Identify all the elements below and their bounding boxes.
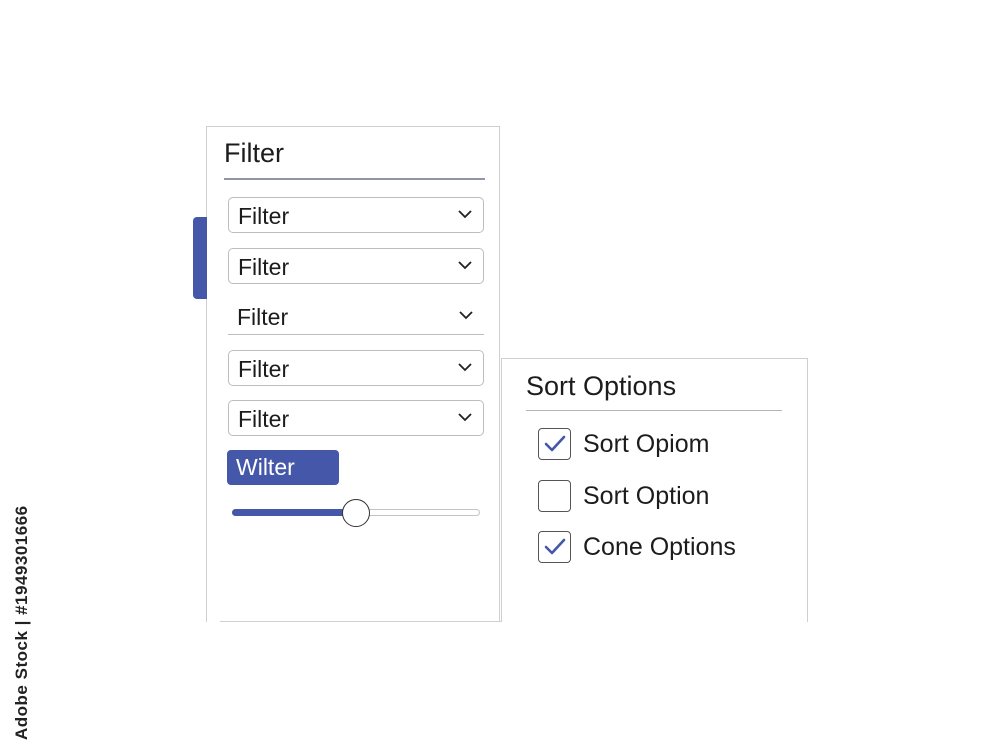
chevron-down-icon — [458, 261, 472, 270]
sort-panel-title: Sort Options — [526, 371, 677, 401]
slider-fill — [232, 509, 356, 516]
slider-thumb[interactable] — [342, 499, 370, 527]
filter-title-divider — [224, 178, 485, 180]
filter-dropdown-3[interactable]: Filter — [228, 299, 484, 335]
chevron-down-icon — [458, 363, 472, 372]
sort-option-label: Cone Options — [583, 533, 736, 561]
filter-dropdown-label: Filter — [238, 406, 290, 432]
checkmark-icon — [544, 435, 566, 452]
stock-watermark: Adobe Stock | #1949301666 — [12, 505, 31, 740]
filter-dropdown-label: Filter — [238, 356, 290, 382]
sort-title-divider — [526, 410, 782, 411]
checkmark-icon — [544, 538, 566, 555]
sort-option-label: Sort Option — [583, 482, 710, 510]
wilter-button[interactable]: Wilter — [227, 450, 339, 485]
chevron-down-icon — [458, 210, 472, 219]
checkbox[interactable] — [538, 428, 571, 460]
filter-dropdown-5[interactable]: Filter — [228, 400, 484, 436]
filter-dropdown-label: Filter — [238, 254, 290, 280]
chevron-down-icon — [459, 311, 473, 320]
filter-dropdown-1[interactable]: Filter — [228, 197, 484, 233]
chevron-down-icon — [458, 413, 472, 422]
side-tab-handle[interactable] — [193, 217, 207, 299]
filter-dropdown-2[interactable]: Filter — [228, 248, 484, 284]
checkbox[interactable] — [538, 480, 571, 512]
filter-dropdown-label: Filter — [238, 203, 290, 229]
filter-panel-title: Filter — [224, 138, 284, 168]
checkbox[interactable] — [538, 531, 571, 563]
filter-dropdown-label: Filter — [237, 304, 289, 330]
sort-option-label: Sort Opiom — [583, 430, 710, 458]
range-slider[interactable] — [232, 499, 480, 527]
filter-dropdown-4[interactable]: Filter — [228, 350, 484, 386]
